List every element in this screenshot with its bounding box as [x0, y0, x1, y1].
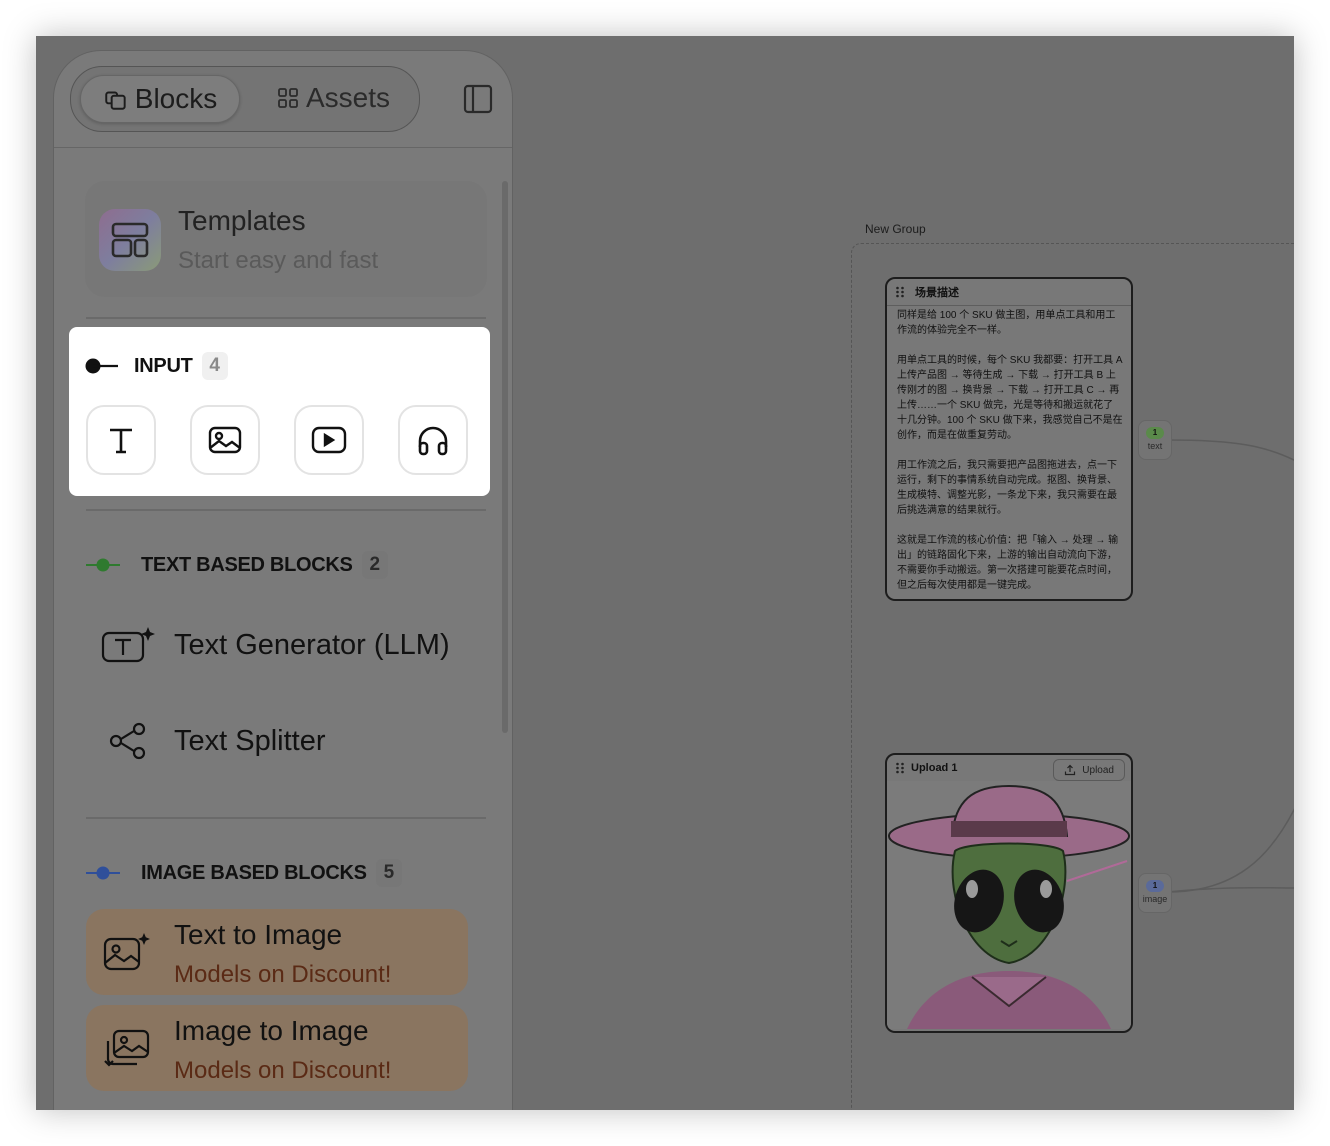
- upload-node-title: Upload 1: [911, 762, 958, 774]
- drag-handle-icon[interactable]: [895, 286, 905, 298]
- upload-button-label: Upload: [1082, 764, 1114, 776]
- app-window: Blocks Assets Templates Start easy and f…: [36, 36, 1294, 1110]
- text-output-port[interactable]: 1 text: [1138, 420, 1172, 460]
- input-header: INPUT 4: [84, 352, 228, 380]
- text-port-count: 1: [1146, 427, 1164, 439]
- image-input-icon: [208, 426, 242, 454]
- input-title: INPUT: [134, 354, 193, 377]
- image-port-count: 1: [1146, 880, 1164, 892]
- drag-handle-icon[interactable]: [895, 762, 905, 774]
- input-dot-icon: [85, 358, 118, 374]
- upload-icon: [1065, 764, 1076, 776]
- upload-node-header[interactable]: Upload 1 Upload: [887, 755, 1131, 781]
- text-input-button[interactable]: [86, 405, 156, 475]
- upload-button[interactable]: Upload: [1053, 759, 1125, 781]
- text-node[interactable]: 场景描述 同样是给 100 个 SKU 做主图，用单点工具和用工作流的体验完全不…: [885, 277, 1133, 601]
- audio-input-button[interactable]: [398, 405, 468, 475]
- image-port-label: image: [1142, 894, 1168, 904]
- alien-image[interactable]: [887, 781, 1131, 1029]
- audio-input-icon: [418, 426, 448, 456]
- text-port-label: text: [1147, 441, 1163, 451]
- upload-node[interactable]: Upload 1 Upload: [885, 753, 1133, 1033]
- image-input-button[interactable]: [190, 405, 260, 475]
- input-count: 4: [201, 352, 228, 380]
- video-input-icon: [311, 426, 347, 454]
- text-node-header[interactable]: 场景描述: [887, 279, 1131, 306]
- text-input-icon: [110, 428, 132, 454]
- text-node-title: 场景描述: [915, 287, 959, 299]
- input-section: INPUT 4: [69, 327, 490, 496]
- image-output-port[interactable]: 1 image: [1138, 873, 1172, 913]
- video-input-button[interactable]: [294, 405, 364, 475]
- text-node-body[interactable]: 同样是给 100 个 SKU 做主图，用单点工具和用工作流的体验完全不一样。 用…: [887, 306, 1131, 593]
